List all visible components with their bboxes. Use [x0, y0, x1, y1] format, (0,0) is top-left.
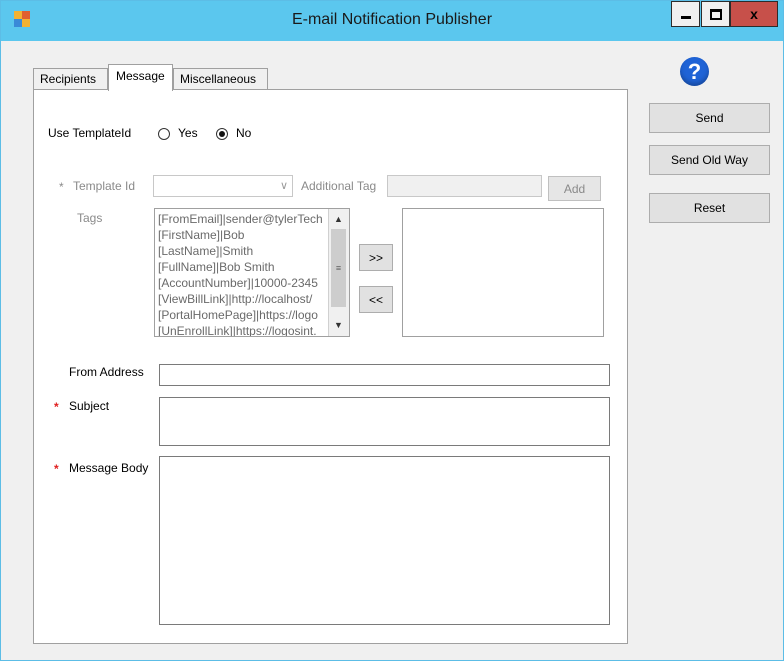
- add-tag-button[interactable]: Add: [548, 176, 601, 201]
- radio-yes[interactable]: [158, 128, 170, 140]
- app-window: E-mail Notification Publisher x Recipien…: [0, 0, 784, 661]
- help-icon[interactable]: ?: [680, 57, 709, 86]
- radio-yes-label[interactable]: Yes: [178, 126, 198, 140]
- move-right-button[interactable]: >>: [359, 244, 393, 271]
- additional-tag-input[interactable]: [387, 175, 542, 197]
- message-body-textarea[interactable]: [159, 456, 610, 625]
- title-bar[interactable]: E-mail Notification Publisher x: [1, 1, 783, 41]
- list-item[interactable]: [AccountNumber]|10000-2345: [158, 275, 328, 291]
- list-item[interactable]: [UnEnrollLink]|https://logosint.: [158, 323, 328, 336]
- from-address-input[interactable]: [159, 364, 610, 386]
- tab-miscellaneous[interactable]: Miscellaneous: [173, 68, 268, 90]
- tab-message[interactable]: Message: [108, 64, 173, 91]
- chevron-down-icon: ∨: [279, 180, 288, 192]
- list-item[interactable]: [LastName]|Smith: [158, 243, 328, 259]
- minimize-icon: [680, 15, 691, 19]
- from-address-label: From Address: [69, 365, 144, 379]
- subject-label: Subject: [69, 399, 110, 413]
- scroll-down-icon[interactable]: ▼: [331, 318, 346, 332]
- scroll-up-icon[interactable]: ▲: [331, 212, 346, 226]
- list-item[interactable]: [ViewBillLink]|http://localhost/: [158, 291, 328, 307]
- maximize-icon: [709, 8, 722, 20]
- list-item[interactable]: [FromEmail]|sender@tylerTech: [158, 211, 328, 227]
- maximize-button[interactable]: [701, 1, 730, 27]
- close-button[interactable]: x: [730, 1, 778, 27]
- send-button[interactable]: Send: [649, 103, 770, 133]
- tags-scrollbar[interactable]: ▲ ≡ ▼: [328, 209, 349, 336]
- close-icon: x: [750, 6, 758, 22]
- tags-label: Tags: [77, 211, 103, 225]
- subject-input[interactable]: [159, 397, 610, 446]
- additional-tag-label: Additional Tag: [301, 179, 377, 193]
- tags-listbox[interactable]: [FromEmail]|sender@tylerTech [FirstName]…: [154, 208, 350, 337]
- list-item[interactable]: [FirstName]|Bob: [158, 227, 328, 243]
- radio-no-label[interactable]: No: [236, 126, 251, 140]
- reset-button[interactable]: Reset: [649, 193, 770, 223]
- template-id-required-mark: *: [59, 180, 64, 194]
- message-body-label: Message Body: [69, 461, 149, 475]
- grip-icon: ≡: [335, 263, 342, 273]
- window-title: E-mail Notification Publisher: [291, 11, 493, 28]
- template-id-select[interactable]: ∨: [153, 175, 293, 197]
- use-template-label: Use TemplateId: [48, 126, 132, 140]
- template-id-label: Template Id: [73, 179, 136, 193]
- move-left-button[interactable]: <<: [359, 286, 393, 313]
- selected-tags-listbox[interactable]: [402, 208, 604, 337]
- minimize-button[interactable]: [671, 1, 700, 27]
- subject-required-mark: *: [54, 400, 59, 414]
- message-body-required-mark: *: [54, 462, 59, 476]
- send-old-way-button[interactable]: Send Old Way: [649, 145, 770, 175]
- tab-recipients[interactable]: Recipients: [33, 68, 108, 90]
- list-item[interactable]: [FullName]|Bob Smith: [158, 259, 328, 275]
- radio-no[interactable]: [216, 128, 228, 140]
- scrollbar-thumb[interactable]: ≡: [331, 229, 346, 307]
- list-item[interactable]: [PortalHomePage]|https://logo: [158, 307, 328, 323]
